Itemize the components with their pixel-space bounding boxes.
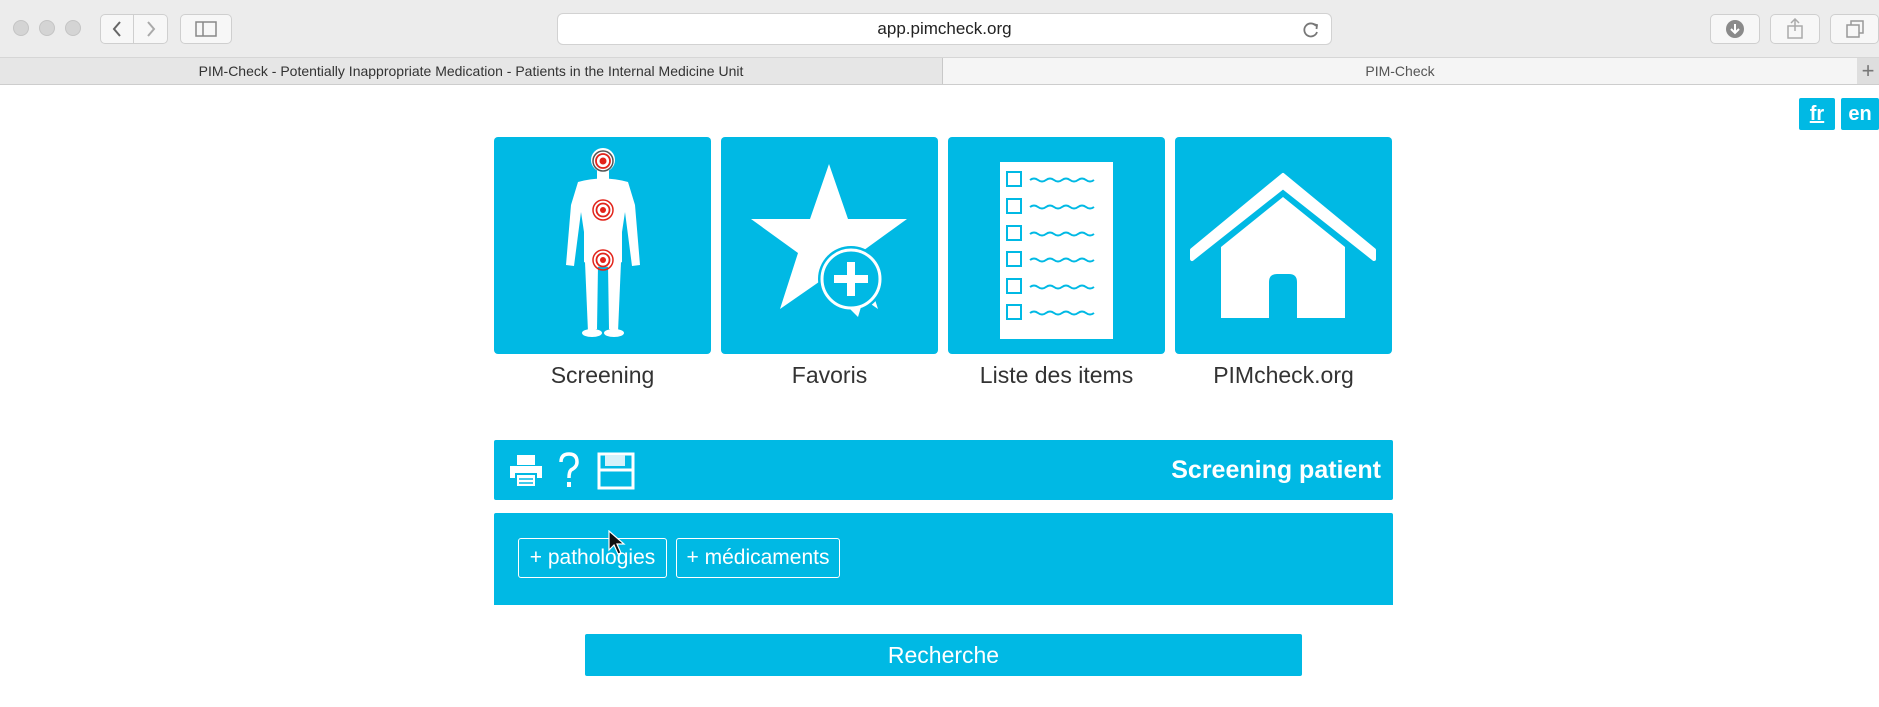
minimize-window-button[interactable] (39, 20, 55, 36)
print-icon[interactable] (509, 454, 543, 488)
chevron-right-icon (146, 21, 155, 37)
tile-liste-items-label[interactable]: Liste des items (948, 362, 1165, 389)
home-icon (1190, 173, 1376, 318)
tile-pimcheck-home[interactable] (1175, 137, 1392, 354)
help-icon[interactable] (558, 452, 580, 490)
add-pathologies-button[interactable]: + pathologies (518, 538, 667, 578)
checklist-icon (1000, 162, 1113, 339)
mouse-cursor-icon (608, 530, 626, 555)
url-text: app.pimcheck.org (877, 19, 1012, 38)
tab-label: PIM-Check (1365, 63, 1435, 79)
sidebar-icon (195, 21, 217, 37)
star-plus-icon (751, 164, 907, 317)
tab-bar: PIM-Check - Potentially Inappropriate Me… (0, 58, 1879, 85)
reload-icon[interactable] (1301, 20, 1321, 40)
language-en-button[interactable]: en (1841, 98, 1879, 130)
language-fr-button[interactable]: fr (1799, 98, 1835, 130)
address-bar[interactable]: app.pimcheck.org (557, 13, 1332, 45)
tile-favoris[interactable] (721, 137, 938, 354)
tab-label: PIM-Check - Potentially Inappropriate Me… (198, 63, 744, 79)
tabs-overview-button[interactable] (1830, 14, 1879, 44)
new-tab-button[interactable]: + (1857, 58, 1879, 84)
body-screening-icon (566, 148, 640, 337)
sidebar-toggle-button[interactable] (180, 14, 232, 44)
tile-screening[interactable] (494, 137, 711, 354)
recherche-button[interactable]: Recherche (585, 634, 1302, 676)
save-icon[interactable] (597, 452, 635, 490)
download-icon (1726, 20, 1744, 38)
back-button[interactable] (100, 14, 134, 44)
share-button[interactable] (1770, 14, 1820, 44)
zoom-window-button[interactable] (65, 20, 81, 36)
chevron-left-icon (112, 21, 121, 37)
tile-pimcheck-label[interactable]: PIMcheck.org (1175, 362, 1392, 389)
add-medicaments-button[interactable]: + médicaments (676, 538, 840, 578)
tile-screening-label[interactable]: Screening (494, 362, 711, 389)
tile-liste-items[interactable] (948, 137, 1165, 354)
tab-pimcheck[interactable]: PIM-Check (943, 58, 1857, 84)
tabs-icon (1845, 20, 1864, 38)
panel-title: Screening patient (1171, 455, 1381, 484)
screening-panel-header: Screening patient (494, 440, 1393, 500)
downloads-button[interactable] (1710, 14, 1760, 44)
forward-button[interactable] (134, 14, 168, 44)
tile-favoris-label[interactable]: Favoris (721, 362, 938, 389)
close-window-button[interactable] (13, 20, 29, 36)
browser-toolbar: app.pimcheck.org (0, 0, 1879, 58)
tab-pimcheck-info[interactable]: PIM-Check - Potentially Inappropriate Me… (0, 58, 943, 84)
share-icon (1787, 18, 1803, 39)
